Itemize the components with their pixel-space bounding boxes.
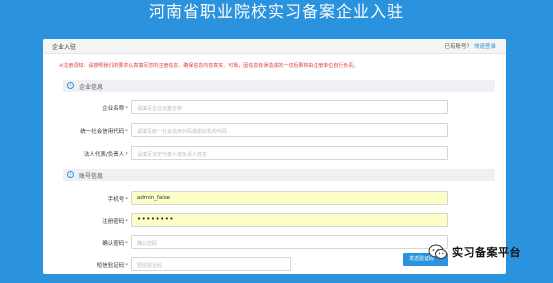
registration-notice: ※注册须知：请按照我们的要求认真填写您的注册信息，确保信息内容真实、可靠，因信息… bbox=[59, 63, 359, 69]
quick-login-link[interactable]: 快速登录 bbox=[474, 44, 496, 50]
card-header: 企业入驻 已有账号？ 快速登录 bbox=[43, 39, 506, 54]
card-title: 企业入驻 bbox=[52, 44, 77, 51]
credit-code-input[interactable]: 请填写统一社会信用代码或组织机构代码 bbox=[131, 123, 448, 137]
required-mark: * bbox=[125, 219, 128, 225]
company-name-input[interactable]: 请填写企业完整全称 bbox=[131, 100, 448, 114]
password-label: 注册密码* bbox=[43, 217, 128, 225]
confirm-password-label: 确认密码* bbox=[43, 239, 128, 247]
required-mark: * bbox=[125, 197, 128, 203]
section-account-info: i 账号信息 bbox=[63, 169, 495, 181]
company-name-label-text: 企业名称 bbox=[102, 106, 125, 112]
section-company-info: i 企业信息 bbox=[63, 80, 495, 92]
section-account-title: 账号信息 bbox=[79, 173, 104, 180]
info-circle-icon: i bbox=[67, 171, 74, 178]
required-mark: * bbox=[125, 241, 128, 247]
password-label-text: 注册密码 bbox=[102, 219, 125, 225]
phone-input[interactable]: admin_false bbox=[131, 191, 448, 205]
legal-rep-label-text: 法人代表/负责人 bbox=[83, 152, 125, 158]
confirm-password-input[interactable]: 确认密码 bbox=[131, 235, 448, 249]
account-prompt: 已有账号？ 快速登录 bbox=[444, 42, 496, 50]
required-mark: * bbox=[125, 152, 128, 158]
confirm-password-label-text: 确认密码 bbox=[102, 241, 125, 247]
sms-code-input[interactable]: 短信验证码 bbox=[131, 257, 291, 271]
phone-label-text: 手机号 bbox=[107, 197, 125, 203]
sms-code-label: 短信验证码* bbox=[43, 261, 128, 269]
legal-rep-input[interactable]: 请填写法定代表人或负责人姓名 bbox=[131, 146, 448, 160]
credit-code-label-text: 统一社会信用代码 bbox=[80, 129, 125, 135]
required-mark: * bbox=[125, 263, 128, 269]
registration-card: 企业入驻 已有账号？ 快速登录 ※注册须知：请按照我们的要求认真填写您的注册信息，… bbox=[43, 39, 506, 274]
info-circle-icon: i bbox=[67, 82, 74, 89]
wechat-icon bbox=[428, 244, 448, 260]
section-company-title: 企业信息 bbox=[79, 84, 104, 91]
legal-rep-label: 法人代表/负责人* bbox=[43, 150, 128, 158]
credit-code-label: 统一社会信用代码* bbox=[43, 127, 128, 135]
required-mark: * bbox=[125, 106, 128, 112]
phone-label: 手机号* bbox=[43, 195, 128, 203]
watermark-text: 实习备案平台 bbox=[452, 246, 521, 259]
sms-code-label-text: 短信验证码 bbox=[96, 263, 125, 269]
company-name-label: 企业名称* bbox=[43, 104, 128, 112]
password-input[interactable]: •••••••• bbox=[131, 213, 448, 227]
page-title: 河南省职业院校实习备案企业入驻 bbox=[148, 2, 404, 21]
required-mark: * bbox=[125, 129, 128, 135]
watermark: 实习备案平台 bbox=[428, 244, 521, 260]
account-prompt-text: 已有账号？ bbox=[444, 44, 472, 50]
